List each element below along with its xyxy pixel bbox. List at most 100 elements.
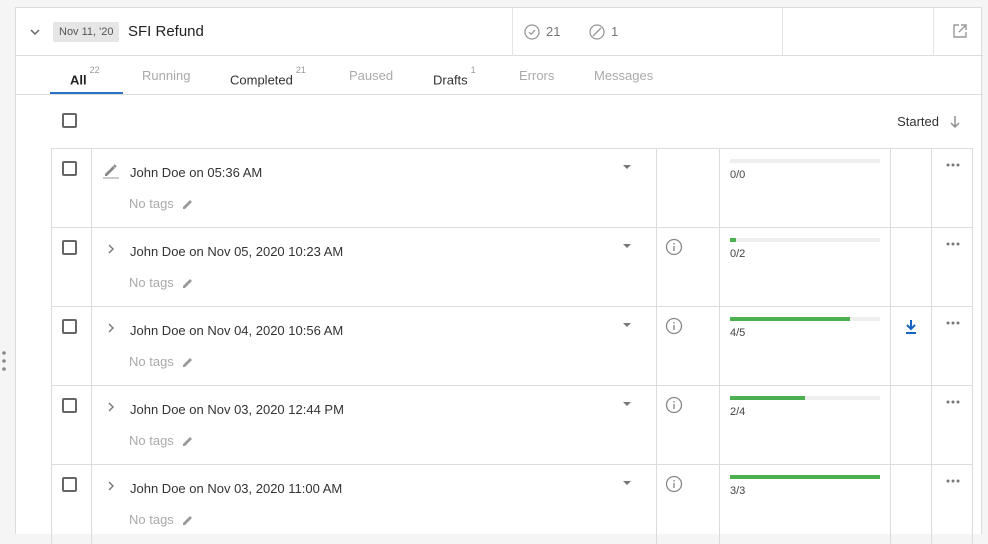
pencil-icon — [103, 164, 119, 179]
tab-messages[interactable]: Messages — [594, 57, 653, 95]
tags-area[interactable]: No tags — [129, 512, 195, 528]
tab-errors[interactable]: Errors — [519, 57, 554, 95]
tab-count: 1 — [470, 65, 476, 75]
column-divider — [719, 465, 720, 544]
row-checkbox[interactable] — [62, 319, 77, 334]
progress-bar — [730, 396, 880, 400]
tags-area[interactable]: No tags — [129, 275, 195, 291]
edit-pencil-icon[interactable] — [181, 355, 195, 369]
run-name: John Doe on 05:36 AM — [130, 165, 263, 180]
table-row[interactable]: John Doe on Nov 04, 2020 10:56 AM No tags… — [51, 306, 973, 386]
column-divider — [51, 228, 52, 307]
table-row[interactable]: John Doe on Nov 05, 2020 10:23 AM No tags… — [51, 227, 973, 307]
row-dropdown-caret-icon[interactable] — [623, 165, 631, 169]
progress-fill — [730, 475, 880, 479]
tab-all[interactable]: All22 — [70, 57, 100, 95]
header-divider — [782, 8, 783, 56]
more-options-icon[interactable] — [946, 479, 960, 483]
row-checkbox[interactable] — [62, 477, 77, 492]
progress-bar — [730, 238, 880, 242]
sort-started[interactable]: Started — [897, 114, 961, 129]
open-external-icon[interactable] — [951, 22, 969, 40]
chevron-right-icon[interactable] — [102, 398, 120, 416]
skipped-stat: 1 — [589, 23, 618, 41]
chevron-down-icon[interactable] — [28, 25, 42, 39]
more-options-icon[interactable] — [946, 163, 960, 167]
skipped-count: 1 — [611, 24, 619, 39]
table-row[interactable]: John Doe on Nov 03, 2020 11:00 AM No tags… — [51, 464, 973, 544]
tags-label: No tags — [129, 196, 174, 211]
column-divider — [91, 149, 92, 228]
tab-count: 21 — [295, 65, 306, 75]
run-name: John Doe on Nov 03, 2020 11:00 AM — [130, 481, 343, 496]
info-icon[interactable] — [665, 475, 683, 493]
info-icon[interactable] — [665, 317, 683, 335]
tags-label: No tags — [129, 354, 174, 369]
tags-area[interactable]: No tags — [129, 433, 195, 449]
tab-paused[interactable]: Paused — [349, 57, 393, 95]
progress-count: 0/2 — [730, 248, 746, 260]
column-divider — [890, 307, 891, 386]
progress-count: 2/4 — [730, 406, 746, 418]
edit-pencil-icon[interactable] — [181, 434, 195, 448]
run-name: John Doe on Nov 04, 2020 10:56 AM — [130, 323, 344, 338]
edit-pencil-icon[interactable] — [181, 197, 195, 211]
run-name: John Doe on Nov 05, 2020 10:23 AM — [130, 244, 344, 259]
row-checkbox[interactable] — [62, 398, 77, 413]
completed-count: 21 — [546, 24, 561, 39]
chevron-right-icon[interactable] — [102, 319, 120, 337]
header-divider — [512, 8, 513, 56]
progress-bar — [730, 159, 880, 163]
date-badge: Nov 11, '20 — [53, 22, 120, 42]
tab-running[interactable]: Running — [142, 57, 190, 95]
row-checkbox[interactable] — [62, 240, 77, 255]
column-divider — [931, 465, 932, 544]
column-divider — [656, 149, 657, 228]
table-row[interactable]: John Doe on 05:36 AM No tags 0/0 — [51, 148, 973, 228]
progress-fill — [730, 238, 736, 242]
info-icon[interactable] — [665, 238, 683, 256]
more-options-icon[interactable] — [946, 242, 960, 246]
tags-label: No tags — [129, 275, 174, 290]
tab-drafts[interactable]: Drafts1 — [433, 57, 476, 95]
edit-pencil-icon[interactable] — [181, 276, 195, 290]
column-divider — [890, 228, 891, 307]
column-divider — [719, 307, 720, 386]
more-options-icon[interactable] — [946, 400, 960, 404]
select-all-checkbox[interactable] — [62, 113, 77, 128]
column-divider — [656, 307, 657, 386]
table-row[interactable]: John Doe on Nov 03, 2020 12:44 PM No tags… — [51, 385, 973, 465]
progress-bar — [730, 317, 880, 321]
row-dropdown-caret-icon[interactable] — [623, 402, 631, 406]
progress-bar — [730, 475, 880, 479]
row-dropdown-caret-icon[interactable] — [623, 244, 631, 248]
chevron-right-icon[interactable] — [102, 240, 120, 258]
column-divider — [890, 386, 891, 465]
column-divider — [890, 149, 891, 228]
more-options-icon[interactable] — [946, 321, 960, 325]
column-divider — [719, 228, 720, 307]
row-dropdown-caret-icon[interactable] — [623, 323, 631, 327]
column-divider — [719, 386, 720, 465]
check-circle-icon — [524, 24, 540, 40]
status-tabs: All22 Running Completed21 Paused Drafts1… — [16, 57, 983, 95]
tags-label: No tags — [129, 512, 174, 527]
row-dropdown-caret-icon[interactable] — [623, 481, 631, 485]
progress-count: 0/0 — [730, 169, 746, 181]
column-divider — [51, 149, 52, 228]
chevron-right-icon[interactable] — [102, 477, 120, 495]
column-divider — [91, 465, 92, 544]
column-divider — [51, 307, 52, 386]
tab-completed[interactable]: Completed21 — [230, 57, 306, 95]
tags-area[interactable]: No tags — [129, 196, 195, 212]
tags-area[interactable]: No tags — [129, 354, 195, 370]
info-icon[interactable] — [665, 396, 683, 414]
tab-count: 22 — [89, 65, 100, 75]
sort-label: Started — [897, 114, 939, 129]
drag-handle-icon[interactable] — [2, 350, 6, 372]
edit-pencil-icon[interactable] — [181, 513, 195, 527]
job-panel: Nov 11, '20 SFI Refund 21 1 All22 Runnin… — [15, 7, 983, 544]
column-divider — [51, 465, 52, 544]
download-icon[interactable] — [903, 319, 919, 335]
row-checkbox[interactable] — [62, 161, 77, 176]
